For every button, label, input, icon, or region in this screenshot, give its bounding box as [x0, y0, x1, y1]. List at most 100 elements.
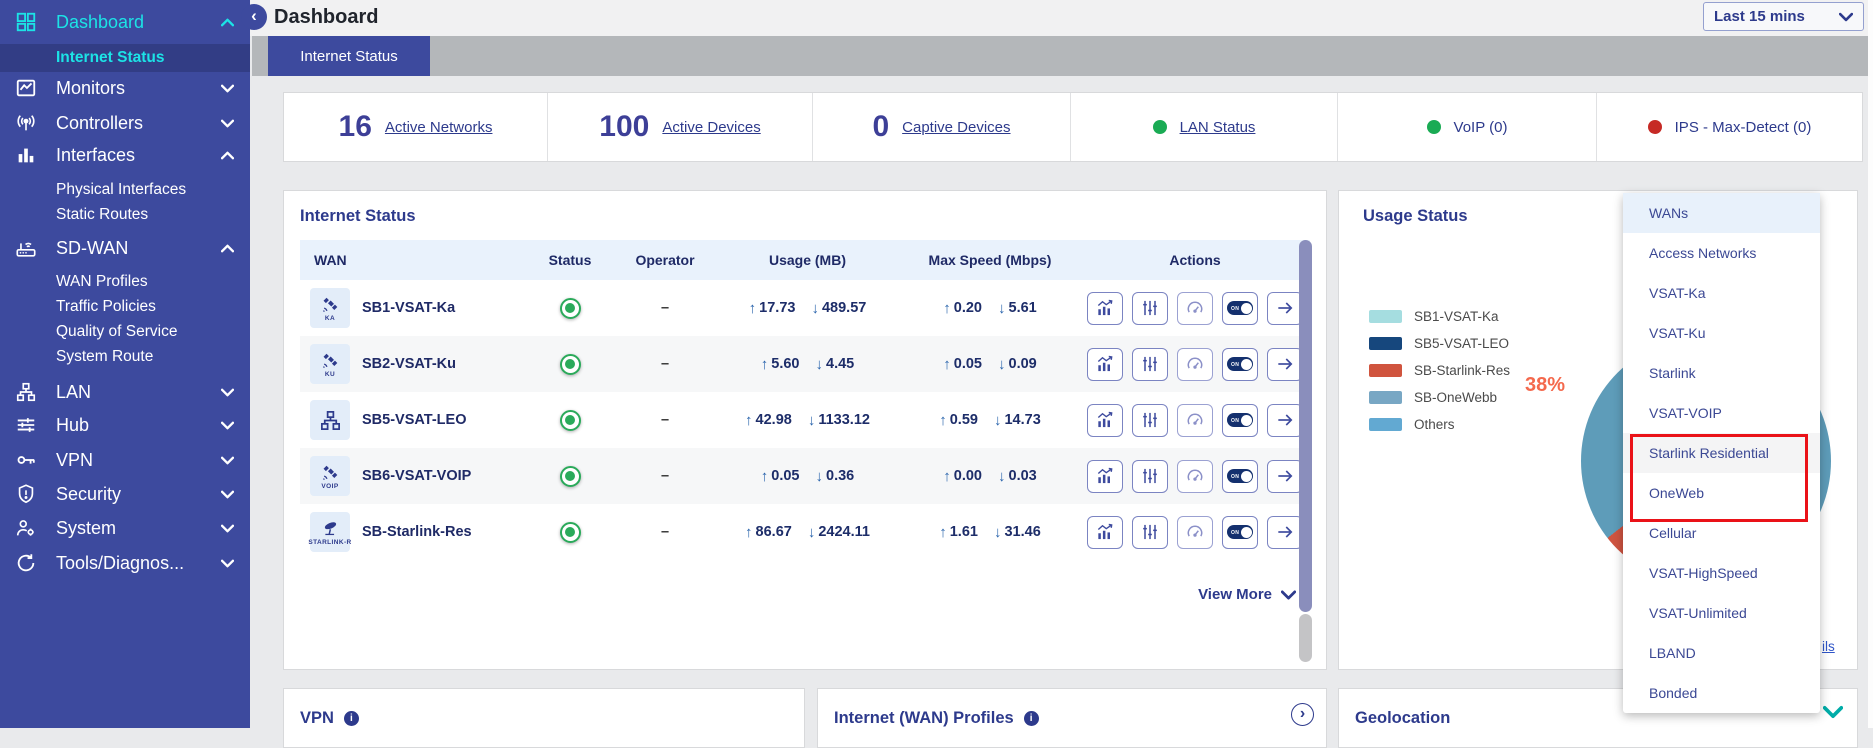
info-icon[interactable]: i: [1024, 711, 1039, 726]
wan-enabled-toggle[interactable]: ON: [1222, 292, 1258, 325]
sidebar-item-vpn[interactable]: VPN: [0, 445, 250, 475]
speed-test-button[interactable]: [1177, 348, 1213, 381]
chart-icon: [1095, 522, 1115, 542]
sidebar-item-controllers[interactable]: Controllers: [0, 108, 250, 138]
pie-percentage-label: 38%: [1525, 374, 1565, 397]
details-button[interactable]: [1267, 348, 1303, 381]
download-arrow-icon: ↓: [998, 300, 1006, 317]
sidebar-item-security[interactable]: Security: [0, 479, 250, 509]
lan-status-link[interactable]: LAN Status: [1180, 119, 1256, 136]
configure-button[interactable]: [1132, 460, 1168, 493]
dropdown-item-vsat-voip[interactable]: VSAT-VOIP: [1623, 393, 1820, 433]
speed-test-button[interactable]: [1177, 404, 1213, 437]
speed-test-button[interactable]: [1177, 460, 1213, 493]
sidebar-item-label: Traffic Policies: [56, 298, 156, 316]
sidebar-item-monitors[interactable]: Monitors: [0, 73, 250, 103]
details-button[interactable]: [1267, 292, 1303, 325]
dropdown-item-starlink-residential[interactable]: Starlink Residential: [1623, 433, 1820, 473]
dropdown-item-lband[interactable]: LBAND: [1623, 633, 1820, 673]
sidebar-item-system-route[interactable]: System Route: [0, 344, 250, 370]
chevron-down-icon[interactable]: [1823, 705, 1843, 719]
details-button[interactable]: [1267, 516, 1303, 549]
wan-enabled-toggle[interactable]: ON: [1222, 460, 1258, 493]
gauge-icon: [1185, 354, 1205, 374]
tab-internet-status[interactable]: Internet Status: [268, 36, 430, 76]
sidebar-item-sd-wan[interactable]: SD-WAN: [0, 233, 250, 263]
dropdown-item-vsat-ka[interactable]: VSAT-Ka: [1623, 273, 1820, 313]
key-icon: [12, 447, 40, 473]
sidebar-item-internet-status[interactable]: Internet Status: [0, 44, 250, 72]
active-networks-link[interactable]: Active Networks: [385, 119, 493, 136]
sidebar-item-quality-of-service[interactable]: Quality of Service: [0, 319, 250, 345]
wan-name: SB1-VSAT-Ka: [362, 300, 455, 316]
dropdown-item-vsat-unlimited[interactable]: VSAT-Unlimited: [1623, 593, 1820, 633]
statistics-button[interactable]: [1087, 460, 1123, 493]
table-scrollbar-thumb[interactable]: [1299, 240, 1312, 612]
sidebar-item-wan-profiles[interactable]: WAN Profiles: [0, 269, 250, 295]
speed-test-button[interactable]: [1177, 292, 1213, 325]
download-arrow-icon: ↓: [998, 468, 1006, 485]
sidebar-item-lan[interactable]: LAN: [0, 377, 250, 407]
filter-icon: [1140, 410, 1160, 430]
captive-devices-link[interactable]: Captive Devices: [902, 119, 1010, 136]
view-more-link[interactable]: View More: [300, 586, 1310, 603]
satellite-icon: VOIP: [310, 456, 350, 496]
wan-enabled-toggle[interactable]: ON: [1222, 348, 1258, 381]
legend-label: SB-Starlink-Res: [1414, 363, 1510, 378]
dropdown-item-starlink[interactable]: Starlink: [1623, 353, 1820, 393]
statistics-button[interactable]: [1087, 516, 1123, 549]
filter-icon: [1140, 466, 1160, 486]
configure-button[interactable]: [1132, 348, 1168, 381]
wan-enabled-toggle[interactable]: ON: [1222, 516, 1258, 549]
dropdown-item-wans[interactable]: WANs: [1623, 193, 1820, 233]
statistics-button[interactable]: [1087, 404, 1123, 437]
stat-lan-status: LAN Status: [1070, 93, 1337, 161]
sidebar-item-interfaces[interactable]: Interfaces: [0, 140, 250, 170]
configure-button[interactable]: [1132, 292, 1168, 325]
sidebar-item-label: Static Routes: [56, 206, 148, 224]
ips-link[interactable]: IPS - Max-Detect (0): [1675, 119, 1812, 136]
details-button[interactable]: [1267, 460, 1303, 493]
chevron-down-icon: [221, 119, 234, 128]
dropdown-item-access-networks[interactable]: Access Networks: [1623, 233, 1820, 273]
expand-arrow-icon[interactable]: ›: [1291, 703, 1314, 726]
toggle-on-icon: ON: [1227, 469, 1253, 483]
filter-icon: [1140, 298, 1160, 318]
chart-icon: [1095, 466, 1115, 486]
voip-link[interactable]: VoIP (0): [1454, 119, 1508, 136]
download-arrow-icon: ↓: [816, 468, 824, 485]
status-dot-green: [1427, 120, 1441, 134]
dropdown-item-vsat-highspeed[interactable]: VSAT-HighSpeed: [1623, 553, 1820, 593]
sidebar-item-system[interactable]: System: [0, 513, 250, 543]
sidebar-item-traffic-policies[interactable]: Traffic Policies: [0, 294, 250, 320]
sidebar-item-hub[interactable]: Hub: [0, 410, 250, 440]
table-row: SB5-VSAT-LEO – ↑42.98 ↓1133.12 ↑0.59 ↓14…: [300, 392, 1310, 448]
info-icon[interactable]: i: [344, 711, 359, 726]
configure-button[interactable]: [1132, 516, 1168, 549]
statistics-button[interactable]: [1087, 292, 1123, 325]
sidebar-item-tools-diagnostics[interactable]: Tools/Diagnos...: [0, 548, 250, 578]
sidebar-item-physical-interfaces[interactable]: Physical Interfaces: [0, 177, 250, 203]
dropdown-item-oneweb[interactable]: OneWeb: [1623, 473, 1820, 513]
view-details-link[interactable]: ils: [1822, 639, 1835, 654]
chevron-down-icon: [221, 524, 234, 533]
active-devices-link[interactable]: Active Devices: [662, 119, 760, 136]
sidebar-collapse-button[interactable]: ‹: [241, 4, 267, 30]
dropdown-item-vsat-ku[interactable]: VSAT-Ku: [1623, 313, 1820, 353]
wan-enabled-toggle[interactable]: ON: [1222, 404, 1258, 437]
upload-arrow-icon: ↑: [745, 524, 753, 541]
statistics-button[interactable]: [1087, 348, 1123, 381]
time-range-select[interactable]: Last 15 mins: [1703, 2, 1864, 31]
filter-icon: [1140, 354, 1160, 374]
legend-swatch: [1369, 337, 1402, 350]
configure-button[interactable]: [1132, 404, 1168, 437]
dropdown-item-bonded[interactable]: Bonded: [1623, 673, 1820, 713]
details-button[interactable]: [1267, 404, 1303, 437]
sidebar-item-dashboard[interactable]: Dashboard: [0, 7, 250, 37]
sidebar-item-static-routes[interactable]: Static Routes: [0, 202, 250, 228]
table-scrollbar-track[interactable]: [1299, 614, 1312, 662]
max-speed-cell: ↑0.05 ↓0.09: [900, 356, 1080, 373]
monitors-icon: [12, 75, 40, 101]
dropdown-item-cellular[interactable]: Cellular: [1623, 513, 1820, 553]
speed-test-button[interactable]: [1177, 516, 1213, 549]
